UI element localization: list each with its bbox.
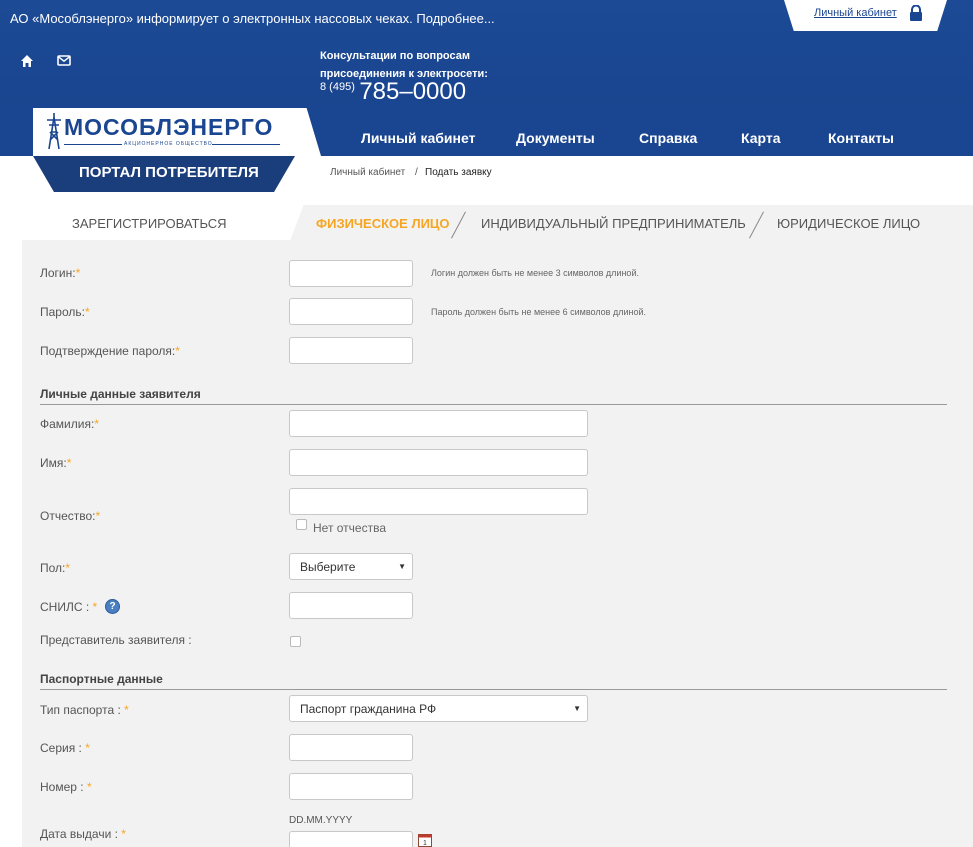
logo-divider-right bbox=[212, 144, 280, 145]
mail-icon[interactable] bbox=[57, 55, 71, 66]
series-label: Серия : * bbox=[40, 741, 90, 755]
login-hint: Логин должен быть не менее 3 символов дл… bbox=[431, 268, 639, 278]
representative-label: Представитель заявителя : bbox=[40, 633, 192, 647]
issue-date-label: Дата выдачи : * bbox=[40, 827, 126, 841]
gender-select-value: Выберите bbox=[300, 560, 356, 574]
patronymic-input[interactable] bbox=[289, 488, 588, 515]
logo-subtitle: АКЦИОНЕРНОЕ ОБЩЕСТВО bbox=[124, 141, 213, 147]
form-panel bbox=[22, 240, 973, 847]
nav-item-contacts[interactable]: Контакты bbox=[828, 130, 894, 146]
name-input[interactable] bbox=[289, 449, 588, 476]
phone-number: 785–0000 bbox=[359, 78, 467, 105]
name-label: Имя:* bbox=[40, 456, 72, 470]
logo-divider-left bbox=[64, 144, 122, 145]
passport-type-value: Паспорт гражданина РФ bbox=[300, 702, 437, 716]
help-icon[interactable]: ? bbox=[105, 599, 120, 614]
section-divider bbox=[40, 689, 947, 690]
passport-type-label: Тип паспорта : * bbox=[40, 703, 129, 717]
patronymic-label: Отчество:* bbox=[40, 509, 101, 523]
breadcrumb-current: Подать заявку bbox=[425, 167, 492, 178]
lock-icon bbox=[910, 5, 922, 21]
login-label: Логин:* bbox=[40, 266, 81, 280]
announcement-link[interactable]: АО «Мособлэнерго» информирует о электрон… bbox=[10, 11, 495, 26]
tab-entrepreneur[interactable]: ИНДИВИДУАЛЬНЫЙ ПРЕДПРИНИМАТЕЛЬ bbox=[481, 216, 746, 231]
password-hint: Пароль должен быть не менее 6 символов д… bbox=[431, 307, 647, 317]
cabinet-link[interactable]: Личный кабинет bbox=[814, 7, 897, 19]
series-input[interactable] bbox=[289, 734, 413, 761]
passport-type-select[interactable]: Паспорт гражданина РФ ▼ bbox=[289, 695, 588, 722]
representative-checkbox[interactable] bbox=[290, 636, 301, 647]
nav-item-documents[interactable]: Документы bbox=[516, 130, 595, 146]
calendar-icon[interactable]: 1 bbox=[418, 834, 432, 847]
dropdown-arrow-icon: ▼ bbox=[398, 562, 406, 571]
power-tower-icon bbox=[47, 113, 61, 150]
nav-item-map[interactable]: Карта bbox=[741, 130, 781, 146]
tab-register[interactable]: ЗАРЕГИСТРИРОВАТЬСЯ bbox=[72, 216, 227, 231]
number-label: Номер : * bbox=[40, 780, 92, 794]
phone: 8 (495) 785–0000 bbox=[320, 78, 466, 106]
phone-code: 8 (495) bbox=[320, 81, 355, 93]
calendar-day: 1 bbox=[423, 840, 427, 847]
home-icon[interactable] bbox=[20, 54, 34, 68]
tab-individual[interactable]: ФИЗИЧЕСКОЕ ЛИЦО bbox=[316, 216, 450, 231]
breadcrumb-separator: / bbox=[415, 167, 418, 178]
nav-item-cabinet[interactable]: Личный кабинет bbox=[361, 130, 475, 146]
page: АО «Мособлэнерго» информирует о электрон… bbox=[0, 0, 973, 847]
snils-label: СНИЛС : * bbox=[40, 600, 98, 614]
snils-input[interactable] bbox=[289, 592, 413, 619]
number-input[interactable] bbox=[289, 773, 413, 800]
breadcrumb-home[interactable]: Личный кабинет bbox=[330, 167, 405, 178]
nav-item-help[interactable]: Справка bbox=[639, 130, 697, 146]
password-input[interactable] bbox=[289, 298, 413, 325]
surname-label: Фамилия:* bbox=[40, 417, 99, 431]
confirm-password-label: Подтверждение пароля:* bbox=[40, 344, 180, 358]
date-format-hint: DD.MM.YYYY bbox=[289, 815, 353, 826]
no-patronymic-checkbox[interactable] bbox=[296, 519, 307, 530]
tab-legal-entity[interactable]: ЮРИДИЧЕСКОЕ ЛИЦО bbox=[777, 216, 920, 231]
dropdown-arrow-icon: ▼ bbox=[573, 704, 581, 713]
section-divider bbox=[40, 404, 947, 405]
confirm-password-input[interactable] bbox=[289, 337, 413, 364]
section-personal-title: Личные данные заявителя bbox=[40, 387, 201, 401]
surname-input[interactable] bbox=[289, 410, 588, 437]
logo-name: МОСОБЛЭНЕРГО bbox=[64, 114, 274, 140]
consult-line-1: Консультации по вопросам bbox=[320, 50, 470, 62]
login-input[interactable] bbox=[289, 260, 413, 287]
gender-label: Пол:* bbox=[40, 561, 71, 575]
portal-label: ПОРТАЛ ПОТРЕБИТЕЛЯ bbox=[79, 164, 259, 181]
password-label: Пароль:* bbox=[40, 305, 90, 319]
no-patronymic-label: Нет отчества bbox=[313, 521, 387, 535]
section-passport-title: Паспортные данные bbox=[40, 672, 163, 686]
issue-date-input[interactable] bbox=[289, 831, 413, 847]
gender-select[interactable]: Выберите ▼ bbox=[289, 553, 413, 580]
